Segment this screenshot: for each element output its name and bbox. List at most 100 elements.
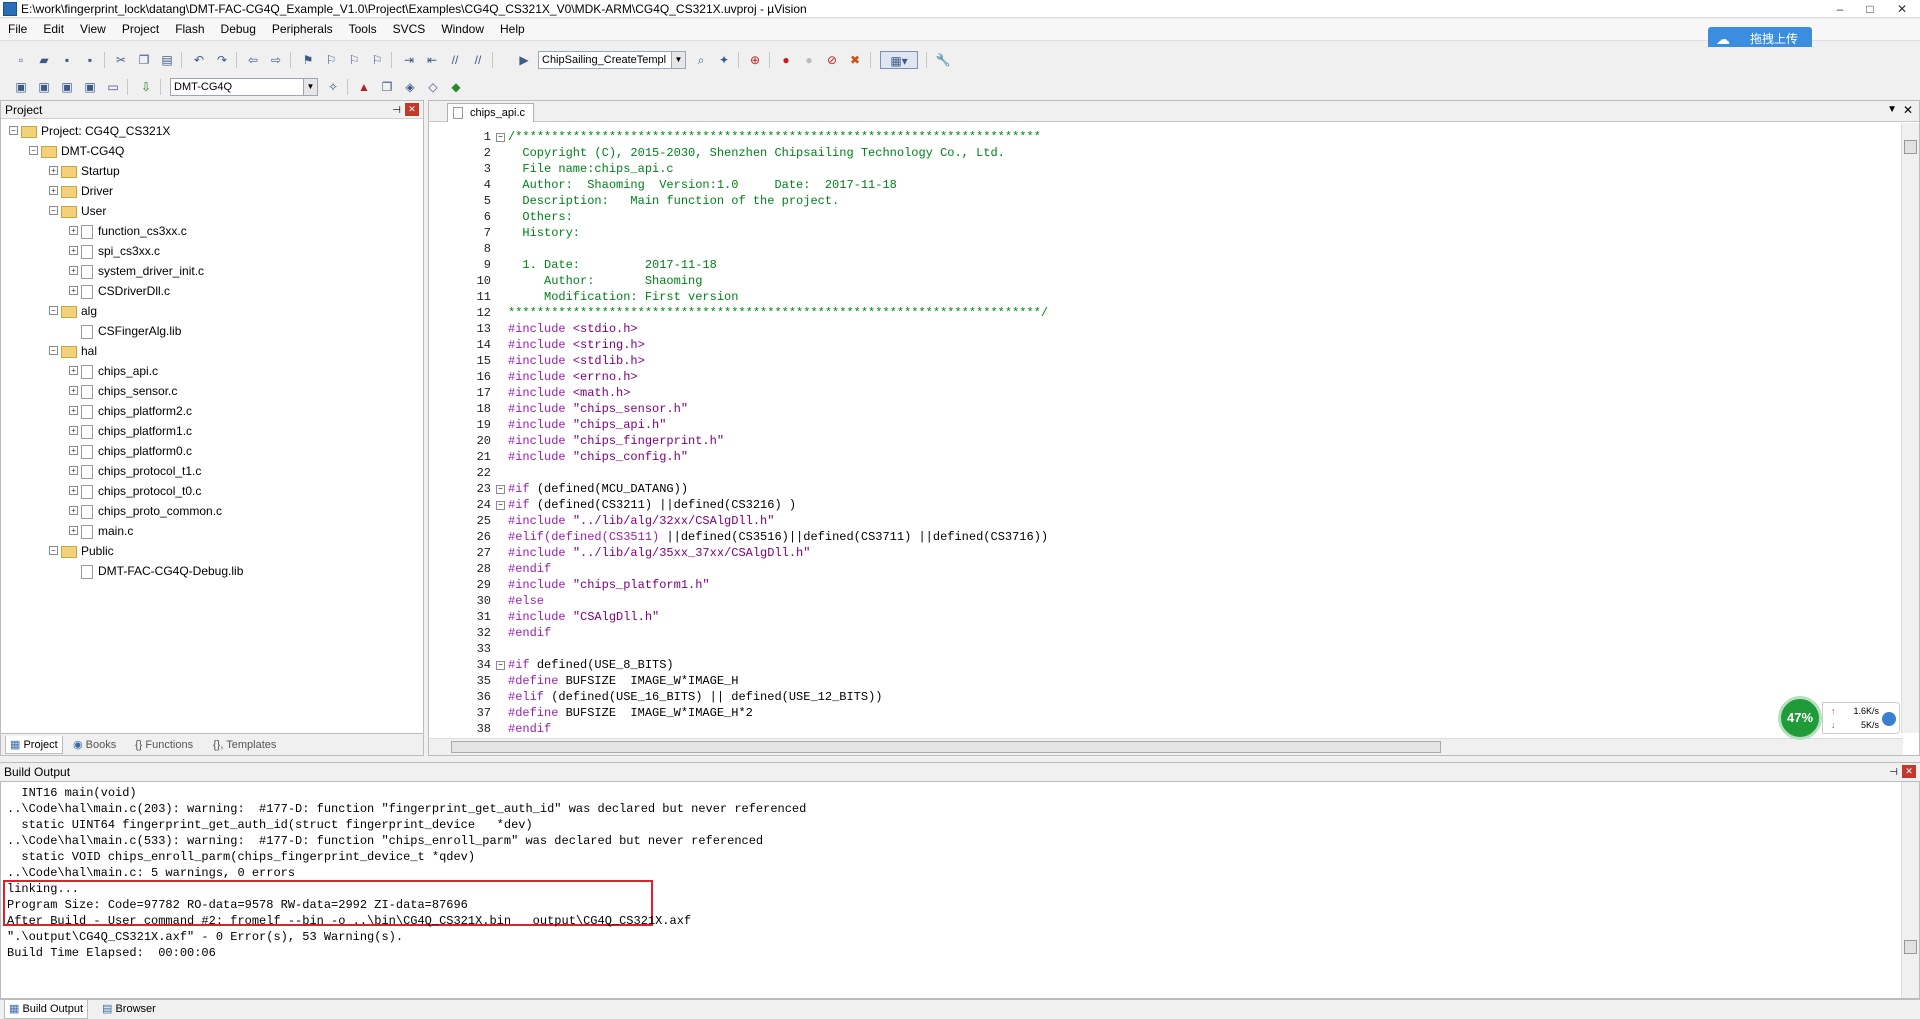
tree-item[interactable]: + chips_sensor.c bbox=[69, 382, 177, 400]
build-output-panel[interactable]: INT16 main(void) ..\Code\hal\main.c(203):… bbox=[0, 781, 1920, 999]
expand-icon[interactable]: + bbox=[69, 386, 78, 395]
nav-forward-icon[interactable]: ⇨ bbox=[267, 51, 285, 69]
select-packs-icon[interactable]: ◈ bbox=[401, 78, 419, 96]
menu-file[interactable]: File bbox=[0, 19, 35, 41]
fold-icon[interactable]: − bbox=[496, 485, 505, 494]
kill-breakpoints-icon[interactable]: ✖ bbox=[846, 51, 864, 69]
tree-item[interactable]: − Public bbox=[49, 542, 114, 560]
translate-icon[interactable]: ▣ bbox=[12, 78, 30, 96]
tree-item[interactable]: − alg bbox=[49, 302, 97, 320]
tree-item[interactable]: + spi_cs3xx.c bbox=[69, 242, 160, 260]
expand-icon[interactable]: + bbox=[69, 246, 78, 255]
menu-project[interactable]: Project bbox=[114, 19, 167, 41]
expand-icon[interactable]: + bbox=[69, 446, 78, 455]
fold-icon[interactable]: − bbox=[496, 133, 505, 142]
save-all-icon[interactable]: ▪ bbox=[81, 51, 99, 69]
scroll-thumb[interactable] bbox=[1904, 940, 1917, 954]
tree-item[interactable]: + chips_platform0.c bbox=[69, 442, 192, 460]
menu-window[interactable]: Window bbox=[433, 19, 492, 41]
copy-icon[interactable]: ❐ bbox=[135, 51, 153, 69]
target-options-icon[interactable]: ✧ bbox=[324, 78, 342, 96]
file-extensions-icon[interactable]: ❒ bbox=[378, 78, 396, 96]
tree-item[interactable]: + chips_platform2.c bbox=[69, 402, 192, 420]
menu-edit[interactable]: Edit bbox=[35, 19, 72, 41]
menu-tools[interactable]: Tools bbox=[341, 19, 385, 41]
new-file-icon[interactable]: ▫ bbox=[12, 51, 30, 69]
configure-icon[interactable]: 🔧 bbox=[934, 51, 952, 69]
accelerate-icon[interactable] bbox=[1882, 712, 1896, 726]
run-time-environment-icon[interactable]: ◆ bbox=[447, 78, 465, 96]
tree-item[interactable]: − hal bbox=[49, 342, 97, 360]
menu-peripherals[interactable]: Peripherals bbox=[264, 19, 341, 41]
close-icon[interactable]: ✕ bbox=[405, 103, 419, 116]
stop-build-icon[interactable]: ▭ bbox=[104, 78, 122, 96]
minimize-button[interactable]: – bbox=[1826, 0, 1854, 18]
bookmark-icon[interactable]: ⚑ bbox=[299, 51, 317, 69]
clear-breakpoints-icon[interactable]: ⊘ bbox=[823, 51, 841, 69]
tab-browser[interactable]: ▤ Browser bbox=[98, 1000, 160, 1019]
network-monitor-widget[interactable]: ↑ 1.6K/s ↓ 5K/s 47% bbox=[1778, 696, 1904, 740]
collapse-icon[interactable]: − bbox=[49, 346, 58, 355]
tree-item[interactable]: − Project: CG4Q_CS321X bbox=[9, 122, 170, 140]
prev-bookmark-icon[interactable]: ⚐ bbox=[322, 51, 340, 69]
cut-icon[interactable]: ✂ bbox=[112, 51, 130, 69]
target-combo[interactable]: DMT-CG4Q ▼ bbox=[170, 78, 318, 96]
rebuild-icon[interactable]: ▣ bbox=[58, 78, 76, 96]
close-icon[interactable]: ✕ bbox=[1902, 765, 1916, 778]
tree-item[interactable]: + chips_protocol_t1.c bbox=[69, 462, 201, 480]
expand-icon[interactable]: + bbox=[69, 366, 78, 375]
expand-icon[interactable]: + bbox=[69, 426, 78, 435]
next-bookmark-icon[interactable]: ⚐ bbox=[345, 51, 363, 69]
expand-icon[interactable]: + bbox=[69, 286, 78, 295]
menu-flash[interactable]: Flash bbox=[167, 19, 212, 41]
incremental-find-icon[interactable]: ✦ bbox=[715, 51, 733, 69]
clear-bookmarks-icon[interactable]: ⚐ bbox=[368, 51, 386, 69]
expand-icon[interactable]: + bbox=[69, 226, 78, 235]
manage-components-icon[interactable]: ▲ bbox=[355, 78, 373, 96]
undo-icon[interactable]: ↶ bbox=[190, 51, 208, 69]
close-button[interactable]: ✕ bbox=[1888, 0, 1916, 18]
editor-vertical-scrollbar[interactable] bbox=[1901, 123, 1919, 733]
pin-icon[interactable]: ⊣ bbox=[1889, 764, 1898, 782]
batch-build-icon[interactable]: ▣ bbox=[81, 78, 99, 96]
tree-item[interactable]: + chips_protocol_t0.c bbox=[69, 482, 201, 500]
tree-item[interactable]: + function_cs3xx.c bbox=[69, 222, 187, 240]
expand-icon[interactable]: + bbox=[69, 506, 78, 515]
collapse-icon[interactable]: − bbox=[49, 546, 58, 555]
tab-build-output[interactable]: ▦ Build Output bbox=[4, 1000, 89, 1019]
expand-icon[interactable]: + bbox=[69, 466, 78, 475]
tab-chips-api[interactable]: chips_api.c bbox=[447, 103, 535, 122]
debug-session-icon[interactable]: ⊕ bbox=[746, 51, 764, 69]
tree-item[interactable]: + main.c bbox=[69, 522, 133, 540]
tree-item[interactable]: DMT-FAC-CG4Q-Debug.lib bbox=[81, 562, 243, 580]
breakpoint-icon[interactable]: ● bbox=[777, 51, 795, 69]
unindent-icon[interactable]: ⇤ bbox=[423, 51, 441, 69]
find-in-files-icon[interactable]: ▶ bbox=[515, 51, 533, 69]
build-output-scrollbar[interactable] bbox=[1901, 782, 1919, 998]
code-area[interactable]: 1−/*************************************… bbox=[429, 130, 1901, 733]
save-icon[interactable]: ▪ bbox=[58, 51, 76, 69]
collapse-icon[interactable]: − bbox=[49, 206, 58, 215]
tree-item[interactable]: + chips_proto_common.c bbox=[69, 502, 222, 520]
expand-icon[interactable]: + bbox=[69, 266, 78, 275]
uncomment-icon[interactable]: // bbox=[469, 51, 487, 69]
expand-icon[interactable]: + bbox=[69, 526, 78, 535]
chevron-down-icon[interactable]: ▼ bbox=[671, 52, 685, 68]
scroll-thumb[interactable] bbox=[451, 741, 1441, 753]
tab-functions[interactable]: {} Functions bbox=[131, 736, 197, 754]
open-file-icon[interactable]: ▰ bbox=[35, 51, 53, 69]
chevron-down-icon[interactable]: ▼ bbox=[303, 79, 317, 95]
pin-icon[interactable]: ⊣ bbox=[392, 102, 401, 120]
tab-books[interactable]: ◉ Books bbox=[69, 736, 120, 754]
indent-icon[interactable]: ⇥ bbox=[400, 51, 418, 69]
tree-item[interactable]: + chips_platform1.c bbox=[69, 422, 192, 440]
tab-list-icon[interactable]: ▼ bbox=[1887, 104, 1897, 115]
nav-back-icon[interactable]: ⇦ bbox=[244, 51, 262, 69]
collapse-icon[interactable]: − bbox=[9, 126, 18, 135]
window-layout-icon[interactable]: ▦▾ bbox=[880, 51, 918, 69]
expand-icon[interactable]: + bbox=[69, 486, 78, 495]
fold-icon[interactable]: − bbox=[496, 501, 505, 510]
tree-item[interactable]: + chips_api.c bbox=[69, 362, 158, 380]
paste-icon[interactable]: ▤ bbox=[158, 51, 176, 69]
fold-icon[interactable]: − bbox=[496, 661, 505, 670]
